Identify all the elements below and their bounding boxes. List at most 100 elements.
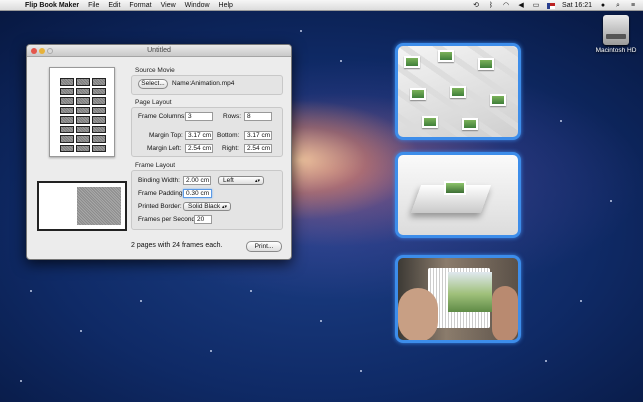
hard-drive-icon: [603, 15, 629, 45]
margin-left-label: Margin Left:: [147, 145, 182, 152]
frame-cell: [60, 144, 74, 152]
left-fingers: [398, 288, 438, 340]
page-tile: [478, 58, 494, 70]
wifi-icon[interactable]: ◠: [502, 2, 510, 10]
margin-right-field[interactable]: 2.54 cm: [244, 144, 272, 153]
frame-cell: [76, 125, 90, 133]
print-button[interactable]: Print...: [246, 241, 282, 252]
frame-cell: [60, 87, 74, 95]
margin-bottom-field[interactable]: 3.17 cm: [244, 131, 272, 140]
page-tile: [490, 94, 506, 106]
page-tile: [450, 86, 466, 98]
popup-arrows-icon: ▴▾: [221, 204, 227, 210]
frame-layout-heading: Frame Layout: [135, 162, 176, 169]
volume-icon[interactable]: ◀: [517, 2, 525, 10]
binding-side-popup[interactable]: Left ▴▾: [218, 176, 264, 185]
user-icon[interactable]: ●: [599, 2, 607, 10]
menu-format[interactable]: Format: [129, 2, 151, 9]
frame-preview: [37, 181, 127, 231]
page-count-status: 2 pages with 24 frames each.: [131, 242, 223, 249]
margin-top-field[interactable]: 3.17 cm: [185, 131, 213, 140]
input-source-flag-icon[interactable]: [547, 2, 556, 9]
frame-cell: [92, 87, 106, 95]
page-tile: [438, 50, 454, 62]
page-tile: [410, 88, 426, 100]
binding-width-label: Binding Width:: [138, 177, 180, 184]
desktop-hd-label: Macintosh HD: [595, 47, 637, 54]
popup-arrows-icon: ▴▾: [254, 178, 260, 184]
rows-field[interactable]: 8: [244, 112, 272, 121]
frame-cell: [60, 116, 74, 124]
flip-book-window: Untitled Source Movie Select... Name: An…: [26, 44, 292, 260]
frame-cell: [92, 144, 106, 152]
frame-cell: [76, 87, 90, 95]
menu-bar: Flip Book Maker File Edit Format View Wi…: [0, 0, 643, 11]
frame-cell: [76, 135, 90, 143]
menu-app-name[interactable]: Flip Book Maker: [25, 2, 79, 9]
frame-padding-field[interactable]: 0.30 cm: [183, 189, 212, 198]
spotlight-icon[interactable]: ⌕: [614, 2, 622, 10]
menu-file[interactable]: File: [88, 2, 99, 9]
frame-grid: [60, 78, 106, 152]
bound-flipbook-thumbnail[interactable]: [395, 152, 521, 238]
battery-icon[interactable]: ▭: [532, 2, 540, 10]
frame-padding-label: Frame Padding:: [138, 190, 185, 197]
frame-cell: [92, 106, 106, 114]
frame-cell: [60, 97, 74, 105]
page-tile: [404, 56, 420, 68]
frame-preview-image: [77, 187, 121, 225]
frame-cell: [92, 97, 106, 105]
frame-cell: [92, 125, 106, 133]
frame-cell: [60, 135, 74, 143]
margin-left-field[interactable]: 2.54 cm: [185, 144, 213, 153]
window-title: Untitled: [147, 47, 171, 54]
close-button[interactable]: [31, 48, 37, 54]
margin-top-label: Margin Top:: [149, 132, 183, 139]
right-label: Right:: [222, 145, 239, 152]
frame-cell: [92, 135, 106, 143]
frame-cell: [76, 144, 90, 152]
select-movie-button[interactable]: Select...: [138, 79, 168, 89]
fps-field[interactable]: 20: [194, 215, 212, 224]
bluetooth-icon[interactable]: ᛒ: [487, 2, 495, 10]
menu-clock[interactable]: Sat 16:21: [562, 2, 592, 9]
frame-cell: [76, 97, 90, 105]
frame-columns-field[interactable]: 3: [185, 112, 213, 121]
page-tile: [462, 118, 478, 130]
bottom-label: Bottom:: [217, 132, 240, 139]
menu-view[interactable]: View: [161, 2, 176, 9]
desktop-hd[interactable]: Macintosh HD: [594, 15, 638, 54]
binding-side-value: Left: [223, 177, 234, 184]
frame-cell: [76, 78, 90, 86]
page-preview: [49, 67, 115, 157]
menu-window[interactable]: Window: [185, 2, 210, 9]
menu-edit[interactable]: Edit: [108, 2, 120, 9]
rows-label: Rows:: [223, 113, 242, 120]
flipbook-scene: [448, 272, 492, 312]
binding-width-field[interactable]: 2.00 cm: [183, 176, 211, 185]
name-label: Name:: [172, 80, 192, 87]
time-machine-icon[interactable]: ⟲: [472, 2, 480, 10]
window-titlebar[interactable]: Untitled: [27, 45, 291, 57]
printed-border-popup[interactable]: Solid Black ▴▾: [183, 202, 231, 211]
right-thumb: [492, 286, 518, 340]
notification-list-icon[interactable]: ≡: [629, 2, 637, 10]
frame-cell: [60, 125, 74, 133]
frame-cell: [60, 78, 74, 86]
movie-name-value: Animation.mp4: [191, 80, 235, 87]
source-movie-heading: Source Movie: [135, 67, 175, 74]
frame-cell: [92, 78, 106, 86]
frame-cell: [76, 106, 90, 114]
zoom-button[interactable]: [47, 48, 53, 54]
fps-label: Frames per Second:: [138, 216, 197, 223]
minimize-button[interactable]: [39, 48, 45, 54]
menu-help[interactable]: Help: [219, 2, 233, 9]
flipbook-pages-thumbnail[interactable]: [395, 43, 521, 140]
status-menus: ⟲ ᛒ ◠ ◀ ▭ Sat 16:21 ● ⌕ ≡: [472, 0, 637, 11]
page-tile: [422, 116, 438, 128]
hand-flipping-thumbnail[interactable]: [395, 255, 521, 343]
flipbook-cover-picture: [444, 181, 466, 195]
page-layout-heading: Page Layout: [135, 99, 172, 106]
frame-cell: [92, 116, 106, 124]
printed-border-label: Printed Border:: [138, 203, 182, 210]
